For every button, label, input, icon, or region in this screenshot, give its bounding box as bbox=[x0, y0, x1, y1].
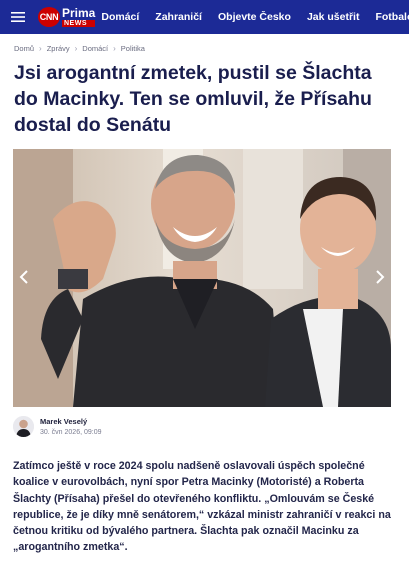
author-avatar[interactable] bbox=[13, 416, 34, 437]
prima-logo-text: Prima bbox=[62, 6, 96, 20]
nav-item-jak-usetrit[interactable]: Jak ušetřit bbox=[307, 11, 360, 23]
breadcrumb-item-zpravy[interactable]: Zprávy bbox=[47, 44, 70, 53]
arrow-left-icon bbox=[19, 270, 28, 284]
chevron-right-icon: › bbox=[74, 44, 78, 53]
author-block: Marek Veselý 30. čvn 2026, 09:09 bbox=[13, 416, 102, 437]
breadcrumb-item-domaci[interactable]: Domácí bbox=[82, 44, 108, 53]
gallery-next-button[interactable] bbox=[373, 265, 387, 289]
gallery-prev-button[interactable] bbox=[17, 265, 31, 289]
breadcrumb: Domů › Zprávy › Domácí › Politika bbox=[14, 44, 145, 53]
nav-item-zahranici[interactable]: Zahraničí bbox=[155, 11, 202, 23]
main-menu: Domácí Zahraničí Objevte Česko Jak ušetř… bbox=[101, 11, 409, 23]
publish-date: 30. čvn 2026, 09:09 bbox=[40, 429, 102, 436]
nav-item-objevte-cesko[interactable]: Objevte Česko bbox=[218, 11, 291, 23]
author-name[interactable]: Marek Veselý bbox=[40, 417, 102, 426]
menu-icon bbox=[11, 12, 25, 22]
arrow-right-icon bbox=[376, 270, 385, 284]
nav-item-fotbalove-ms[interactable]: Fotbalové MS bbox=[375, 11, 409, 23]
breadcrumb-item-domu[interactable]: Domů bbox=[14, 44, 34, 53]
nav-item-domaci[interactable]: Domácí bbox=[101, 11, 139, 23]
hero-photo bbox=[13, 149, 391, 407]
top-navigation: CNN Prima NEWS Domácí Zahraničí Objevte … bbox=[0, 0, 409, 34]
site-logo[interactable]: CNN Prima NEWS bbox=[38, 6, 96, 28]
chevron-right-icon: › bbox=[39, 44, 42, 53]
article-perex: Zatímco ještě v roce 2024 spolu nadšeně … bbox=[13, 460, 391, 554]
news-logo-text: NEWS bbox=[62, 20, 96, 27]
chevron-right-icon: › bbox=[113, 44, 116, 53]
menu-button[interactable] bbox=[0, 0, 36, 34]
article-title: Jsi arogantní zmetek, pustil se Šlachta … bbox=[14, 62, 372, 136]
cnn-logo: CNN bbox=[38, 7, 60, 27]
avatar-image bbox=[13, 416, 34, 437]
breadcrumb-item-politika[interactable]: Politika bbox=[121, 44, 145, 53]
article-hero-image[interactable] bbox=[13, 149, 391, 407]
